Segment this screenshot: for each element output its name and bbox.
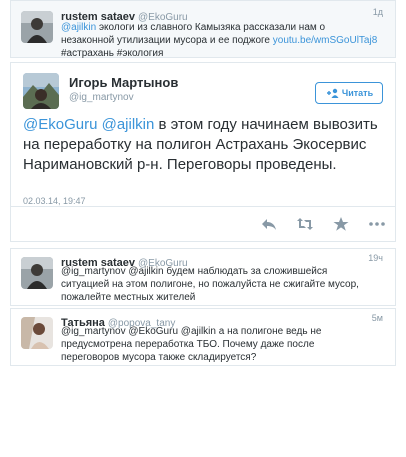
mention-link[interactable]: @EkoGuru — [23, 116, 97, 133]
more-icon — [369, 222, 385, 226]
mention-link[interactable]: @ajilkin — [102, 116, 155, 133]
url-link[interactable]: youtu.be/wmSGoUlTaj8 — [273, 35, 378, 46]
tweet-actions — [259, 216, 387, 232]
avatar[interactable] — [21, 11, 53, 43]
author-block: Игорь Мартынов @ig_martynov — [69, 75, 178, 103]
follow-user-icon — [326, 88, 339, 98]
main-tweet: Игорь Мартынов @ig_martynov Читать @EkoG… — [10, 62, 396, 242]
reply-icon — [262, 219, 276, 230]
tweet-text: @ajilkin экологи из славного Камызяка ра… — [61, 21, 381, 60]
tweet-date[interactable]: 02.03.14, 19:47 — [23, 196, 86, 206]
reply-button[interactable] — [259, 216, 279, 232]
follow-label: Читать — [341, 88, 374, 98]
avatar-photo — [21, 257, 53, 289]
more-button[interactable] — [367, 216, 387, 232]
parent-tweet[interactable]: rustem sataev @EkoGuru 1д @ajilkin эколог… — [10, 0, 396, 60]
tweet-text: @ig_martynov @ajilkin будем наблюдать за… — [61, 266, 359, 303]
follow-button[interactable]: Читать — [315, 82, 383, 104]
tweet-time[interactable]: 1д — [373, 7, 383, 17]
author-name[interactable]: Игорь Мартынов — [69, 75, 178, 90]
reply-tweet[interactable]: Татьяна @popova_tany 5м @ig_martynov @Eko… — [10, 308, 396, 366]
avatar[interactable] — [21, 257, 53, 289]
star-icon — [333, 217, 349, 231]
mention-link[interactable]: @ajilkin — [61, 22, 96, 33]
tweet-time[interactable]: 5м — [372, 313, 383, 323]
author-handle[interactable]: @ig_martynov — [69, 92, 178, 103]
favorite-button[interactable] — [331, 216, 351, 232]
avatar-photo — [23, 73, 59, 109]
avatar-photo — [21, 317, 53, 349]
tweet-text: @ig_martynov @EkoGuru @ajilkin а на поли… — [61, 326, 322, 363]
retweet-icon — [297, 218, 313, 230]
hashtags: #астрахань #экология — [61, 48, 164, 59]
avatar-photo — [21, 11, 53, 43]
avatar[interactable] — [23, 73, 59, 109]
tweet-text: @EkoGuru @ajilkin в этом году начинаем в… — [23, 115, 393, 175]
tweet-time[interactable]: 19ч — [368, 253, 383, 263]
retweet-button[interactable] — [295, 216, 315, 232]
divider — [11, 206, 395, 207]
reply-tweet[interactable]: rustem sataev @EkoGuru 19ч @ig_martynov @… — [10, 248, 396, 306]
avatar[interactable] — [21, 317, 53, 349]
